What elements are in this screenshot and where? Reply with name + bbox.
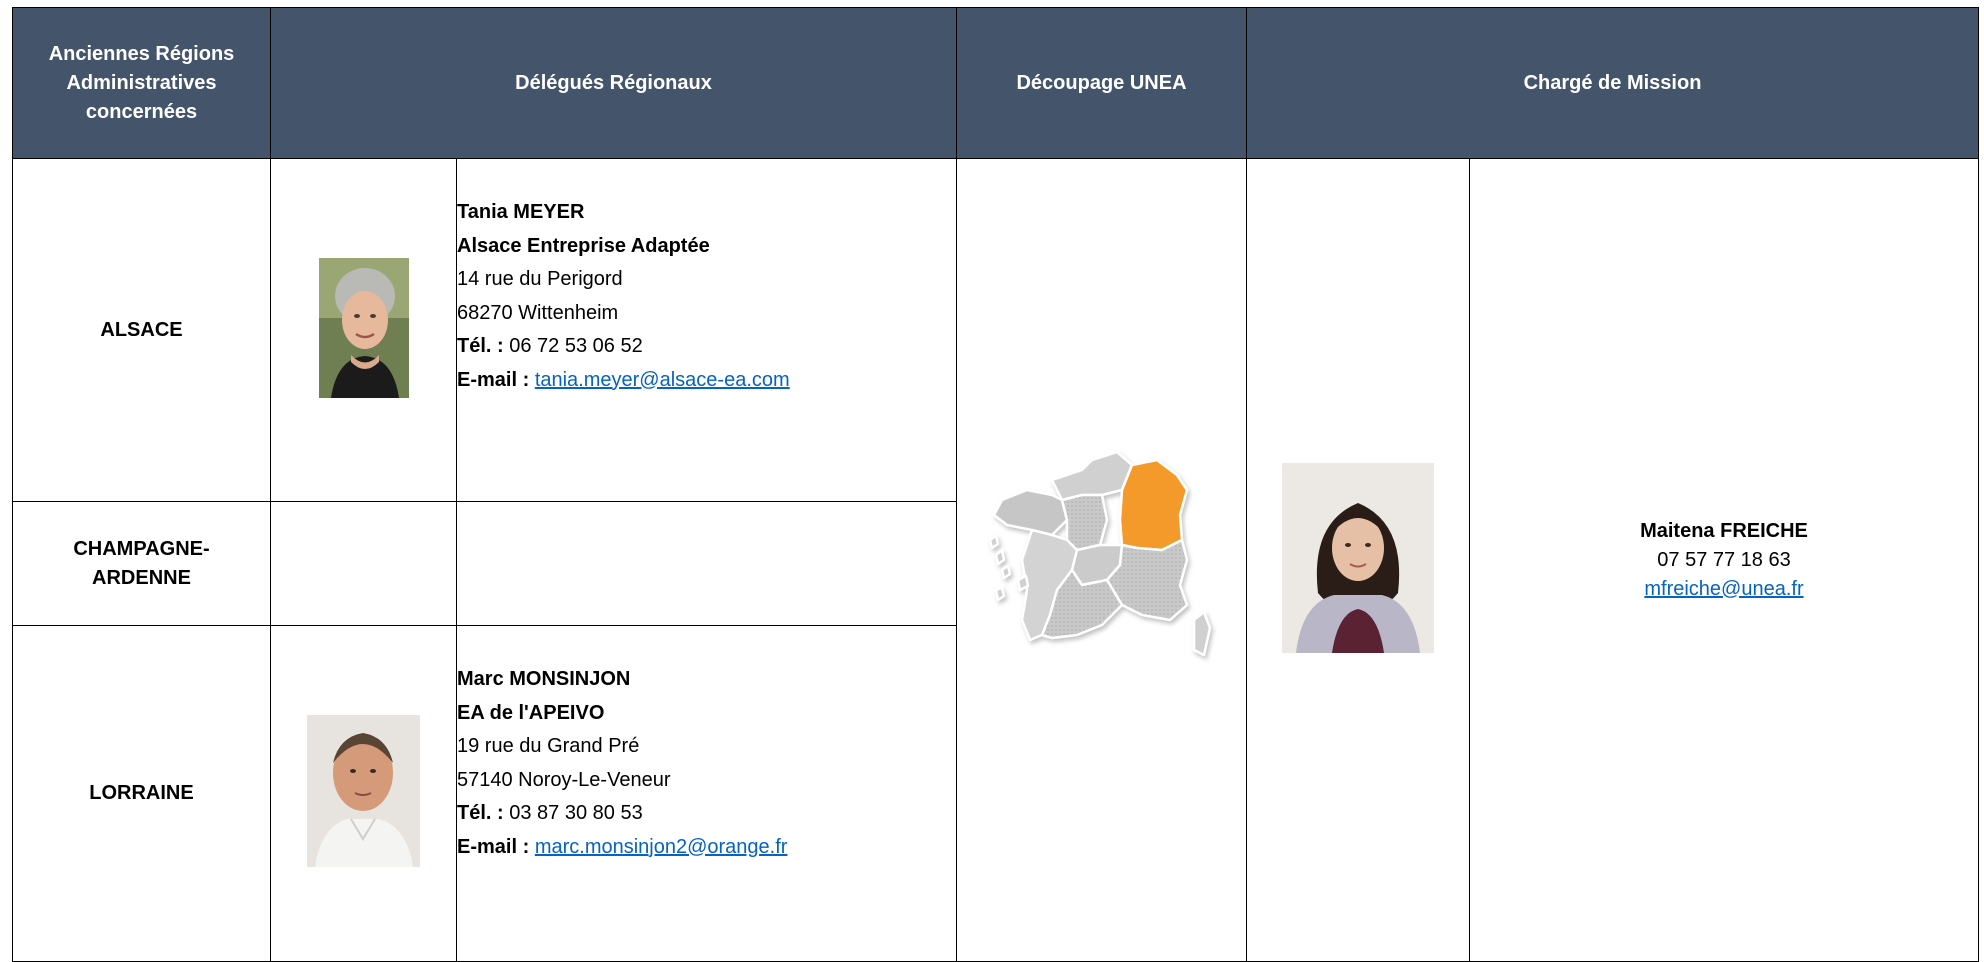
delegate-email-line: E-mail : tania.meyer@alsace-ea.com [457,364,956,398]
delegate-phone-line: Tél. : 06 72 53 06 52 [457,330,956,364]
delegate-photo-marc-monsinjon [307,715,420,867]
photo-cell-lorraine [270,625,457,962]
delegate-phone-line: Tél. : 03 87 30 80 53 [457,797,956,831]
regional-delegates-table: Anciennes Régions Administratives concer… [12,7,1979,962]
france-map-figure [988,450,1211,657]
delegate-info-lorraine: Marc MONSINJON EA de l'APEIVO 19 rue du … [456,625,957,962]
delegate-email-link[interactable]: marc.monsinjon2@orange.fr [535,836,788,858]
delegate-info-alsace: Tania MEYER Alsace Entreprise Adaptée 14… [456,158,957,502]
photo-cell-alsace [270,158,457,502]
unea-region-map-cell [956,158,1247,962]
header-regions: Anciennes Régions Administratives concer… [12,7,271,159]
region-alsace: ALSACE [12,158,271,502]
delegate-organization: EA de l'APEIVO [457,701,605,724]
region-lorraine: LORRAINE [12,625,271,962]
header-split: Découpage UNEA [956,7,1247,159]
delegate-info-empty [456,501,957,626]
mission-photo-maitena-freiche [1282,462,1434,653]
delegate-address-line1: 14 rue du Perigord [457,268,623,290]
delegate-name: Tania MEYER [457,201,585,223]
email-label: E-mail : [457,835,530,858]
mission-contact-cell: Maitena FREICHE 07 57 77 18 63 mfreiche@… [1469,158,1979,962]
phone-label: Tél. : [457,335,504,357]
photo-cell-empty [270,501,457,626]
mission-phone: 07 57 77 18 63 [1657,548,1791,571]
mission-photo-cell [1246,158,1470,962]
phone-value: 06 72 53 06 52 [503,335,643,357]
region-champagne-ardenne: CHAMPAGNE-ARDENNE [12,501,271,626]
mission-name: Maitena FREICHE [1640,519,1808,542]
delegate-email-line: E-mail : marc.monsinjon2@orange.fr [457,831,956,865]
delegate-email-link[interactable]: tania.meyer@alsace-ea.com [535,369,790,391]
delegate-address-line1: 19 rue du Grand Pré [457,735,640,757]
delegate-name: Marc MONSINJON [457,668,631,690]
header-delegates: Délégués Régionaux [270,7,957,159]
header-mission: Chargé de Mission [1246,7,1979,159]
phone-value: 03 87 30 80 53 [509,802,643,824]
delegate-address-line2: 68270 Wittenheim [457,301,619,324]
mission-email-link[interactable]: mfreiche@unea.fr [1644,578,1803,600]
phone-label: Tél. : [457,802,504,824]
delegate-photo-tania-meyer [318,257,409,398]
delegate-organization: Alsace Entreprise Adaptée [457,234,710,257]
email-label: E-mail : [457,368,530,391]
delegate-address-line2: 57140 Noroy-Le-Veneur [457,768,671,791]
